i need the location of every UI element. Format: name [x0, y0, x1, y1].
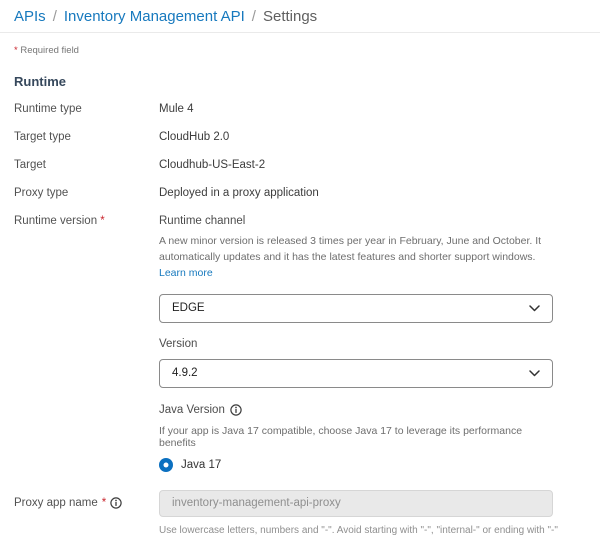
proxy-app-name-help: Use lowercase letters, numbers and "-". …	[159, 524, 558, 536]
chevron-down-icon	[529, 370, 540, 377]
java-version-help: If your app is Java 17 compatible, choos…	[159, 424, 523, 449]
learn-more-link[interactable]: Learn more	[159, 267, 213, 279]
breadcrumb-separator: /	[251, 8, 256, 25]
row-value: Deployed in a proxy application	[159, 187, 319, 199]
info-icon[interactable]	[230, 404, 242, 416]
java-version-label-row: Java Version	[159, 404, 553, 416]
row-label: Target type	[14, 131, 71, 143]
breadcrumb-current-settings: Settings	[262, 8, 318, 25]
row-label: Runtime type	[14, 103, 82, 115]
version-selected-value: 4.9.2	[172, 367, 198, 380]
required-asterisk: *	[100, 215, 105, 227]
java17-radio-selected[interactable]	[159, 457, 173, 472]
breadcrumb: APIs / Inventory Management API / Settin…	[0, 0, 600, 33]
proxy-app-name-label-row: Proxy app name *	[14, 490, 159, 509]
required-note-text: Required field	[20, 45, 79, 56]
required-asterisk: *	[14, 45, 18, 56]
runtime-version-content: Runtime channel A new minor version is r…	[159, 215, 553, 472]
row-runtime-type: Runtime type Mule 4	[0, 95, 600, 123]
required-field-note: * Required field	[14, 45, 586, 56]
row-value: Mule 4	[159, 103, 194, 115]
runtime-channel-selected-value: EDGE	[172, 302, 205, 315]
row-target-type: Target type CloudHub 2.0	[0, 123, 600, 151]
row-target: Target Cloudhub-US-East-2	[0, 151, 600, 179]
runtime-version-label: Runtime version *	[14, 215, 159, 227]
java-version-label: Java Version	[159, 403, 225, 416]
row-proxy-type: Proxy type Deployed in a proxy applicati…	[0, 179, 600, 207]
section-title-runtime: Runtime	[14, 74, 66, 89]
row-label: Target	[14, 159, 46, 171]
proxy-app-name-row: Proxy app name * Use lowercase letters, …	[0, 472, 600, 536]
java17-radio-label: Java 17	[181, 458, 222, 471]
runtime-channel-description-text: A new minor version is released 3 times …	[159, 235, 542, 263]
row-value: Cloudhub-US-East-2	[159, 159, 266, 171]
runtime-channel-label: Runtime channel	[159, 215, 246, 227]
row-value: CloudHub 2.0	[159, 131, 230, 143]
runtime-version-row: Runtime version * Runtime channel A new …	[0, 207, 600, 472]
runtime-channel-select[interactable]: EDGE	[159, 293, 553, 323]
runtime-static-rows: Runtime type Mule 4 Target type CloudHub…	[0, 95, 600, 207]
runtime-channel-description: A new minor version is released 3 times …	[159, 234, 557, 282]
info-icon[interactable]	[110, 497, 122, 509]
required-asterisk: *	[101, 496, 107, 509]
breadcrumb-separator: /	[52, 8, 57, 25]
breadcrumb-link-api-name[interactable]: Inventory Management API	[64, 8, 245, 25]
runtime-version-label-text: Runtime version	[14, 215, 98, 227]
row-label: Proxy type	[14, 187, 69, 199]
proxy-app-name-input[interactable]	[159, 489, 553, 517]
proxy-app-name-field-wrap: Use lowercase letters, numbers and "-". …	[159, 489, 558, 536]
version-select[interactable]: 4.9.2	[159, 358, 553, 388]
chevron-down-icon	[529, 305, 540, 312]
version-label: Version	[159, 337, 198, 350]
proxy-app-name-label: Proxy app name	[14, 496, 98, 509]
java17-radio-row: Java 17	[159, 457, 553, 472]
breadcrumb-link-apis[interactable]: APIs	[14, 8, 46, 25]
